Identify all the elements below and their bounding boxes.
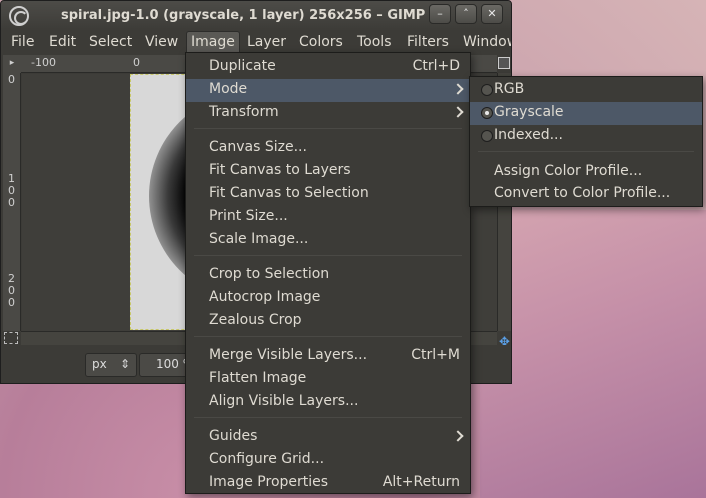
menu-item-autocrop[interactable]: Autocrop Image [186, 287, 470, 310]
radio-icon [481, 84, 493, 96]
minimize-button[interactable]: – [429, 4, 451, 24]
menu-item-zealous-crop[interactable]: Zealous Crop [186, 310, 470, 333]
menu-select[interactable]: Select [89, 34, 132, 50]
menu-item-label: Guides [209, 428, 258, 444]
menu-item-fit-canvas-layers[interactable]: Fit Canvas to Layers [186, 160, 470, 183]
gimp-logo-icon [9, 6, 29, 26]
menu-item-accel: Alt+Return [382, 474, 460, 490]
menu-item-flatten[interactable]: Flatten Image [186, 368, 470, 391]
chevron-right-icon [452, 83, 464, 95]
ruler-label: 2 0 0 [8, 273, 15, 309]
ruler-label: 0 [8, 73, 15, 86]
unit-value: px [92, 357, 107, 371]
menu-item-label: Crop to Selection [209, 266, 330, 282]
menu-item-label: Fit Canvas to Selection [209, 185, 369, 201]
menu-item-label: Transform [209, 104, 279, 120]
window-title: spiral.jpg-1.0 (grayscale, 1 layer) 256x… [61, 8, 426, 23]
menu-item-label: Assign Color Profile... [494, 163, 643, 179]
menu-item-canvas-size[interactable]: Canvas Size... [186, 137, 470, 160]
menu-item-fit-canvas-selection[interactable]: Fit Canvas to Selection [186, 183, 470, 206]
menu-item-label: Canvas Size... [209, 139, 307, 155]
maximize-button[interactable]: ˄ [455, 4, 477, 24]
menu-item-transform[interactable]: Transform [186, 102, 470, 125]
ruler-digit: 0 [8, 296, 15, 309]
menu-item-label: Flatten Image [209, 370, 307, 386]
menu-item-label: Align Visible Layers... [209, 393, 359, 409]
close-button[interactable]: ✕ [481, 4, 503, 24]
menu-separator [194, 128, 462, 129]
ruler-label: -100 [31, 56, 56, 69]
menu-item-guides[interactable]: Guides [186, 426, 470, 449]
menu-item-label: Mode [209, 81, 248, 97]
menu-edit[interactable]: Edit [49, 34, 76, 50]
menu-item-convert-profile[interactable]: Convert to Color Profile... [470, 183, 702, 206]
menu-item-label: RGB [494, 81, 525, 97]
chevron-right-icon [452, 106, 464, 118]
radio-icon [481, 130, 493, 142]
menu-layer[interactable]: Layer [247, 34, 286, 50]
ruler-digit: 0 [8, 196, 15, 209]
menu-item-configure-grid[interactable]: Configure Grid... [186, 449, 470, 472]
menu-item-label: Merge Visible Layers... [209, 347, 368, 363]
zoom-select[interactable]: 100 % [139, 353, 189, 377]
menu-item-label: Scale Image... [209, 231, 309, 247]
selection-toggle-icon[interactable] [4, 332, 18, 344]
menu-colors[interactable]: Colors [299, 34, 343, 50]
menu-item-label: Convert to Color Profile... [494, 185, 671, 201]
menu-window[interactable]: Window [463, 34, 511, 50]
menu-item-accel: Ctrl+M [411, 347, 460, 363]
menu-image[interactable]: Image [186, 31, 240, 53]
ruler-label: 0 [133, 56, 140, 69]
menu-item-label: Autocrop Image [209, 289, 321, 305]
menu-item-label: Print Size... [209, 208, 288, 224]
menu-item-merge-visible[interactable]: Merge Visible Layers... Ctrl+M [186, 345, 470, 368]
menu-item-label: Image Properties [209, 474, 329, 490]
mode-submenu: RGB Grayscale Indexed... Assign Color Pr… [469, 76, 703, 207]
radio-selected-icon [481, 107, 493, 119]
menu-item-label: Duplicate [209, 58, 276, 74]
menu-item-scale-image[interactable]: Scale Image... [186, 229, 470, 252]
image-menu: Duplicate Ctrl+D Mode Transform Canvas S… [185, 52, 471, 494]
menu-item-label: Grayscale [494, 104, 564, 120]
menu-filters[interactable]: Filters [407, 34, 449, 50]
menu-view[interactable]: View [145, 34, 178, 50]
menu-item-accel: Ctrl+D [412, 58, 460, 74]
menu-item-assign-profile[interactable]: Assign Color Profile... [470, 161, 702, 184]
menu-separator [194, 255, 462, 256]
zoom-lock-icon[interactable] [498, 57, 510, 69]
menu-item-mode[interactable]: Mode [186, 79, 470, 102]
menu-item-grayscale[interactable]: Grayscale [470, 102, 702, 125]
unit-select[interactable]: px ⇕ [85, 353, 137, 377]
chevron-right-icon [452, 430, 464, 442]
menu-separator [478, 151, 694, 152]
spinner-icon: ⇕ [119, 357, 130, 371]
menu-item-crop-selection[interactable]: Crop to Selection [186, 264, 470, 287]
menu-file[interactable]: File [11, 34, 34, 50]
menu-item-duplicate[interactable]: Duplicate Ctrl+D [186, 56, 470, 79]
menu-item-label: Indexed... [494, 127, 563, 143]
ruler-label: 1 0 0 [8, 173, 15, 209]
menu-item-print-size[interactable]: Print Size... [186, 206, 470, 229]
quick-mask-corner[interactable]: ▸ [3, 55, 21, 73]
titlebar: spiral.jpg-1.0 (grayscale, 1 layer) 256x… [1, 1, 511, 31]
desktop-background [480, 210, 706, 498]
menubar: File Edit Select View Image Layer Colors… [1, 31, 511, 53]
menu-item-indexed[interactable]: Indexed... [470, 125, 702, 148]
menu-item-label: Zealous Crop [209, 312, 302, 328]
menu-item-label: Fit Canvas to Layers [209, 162, 351, 178]
menu-item-label: Configure Grid... [209, 451, 325, 467]
menu-tools[interactable]: Tools [357, 34, 392, 50]
menu-item-rgb[interactable]: RGB [470, 79, 702, 102]
menu-item-align-visible[interactable]: Align Visible Layers... [186, 391, 470, 414]
menu-item-image-properties[interactable]: Image Properties Alt+Return [186, 472, 470, 495]
vertical-ruler[interactable]: 0 1 0 0 2 0 0 [3, 73, 21, 331]
menu-separator [194, 417, 462, 418]
menu-separator [194, 336, 462, 337]
